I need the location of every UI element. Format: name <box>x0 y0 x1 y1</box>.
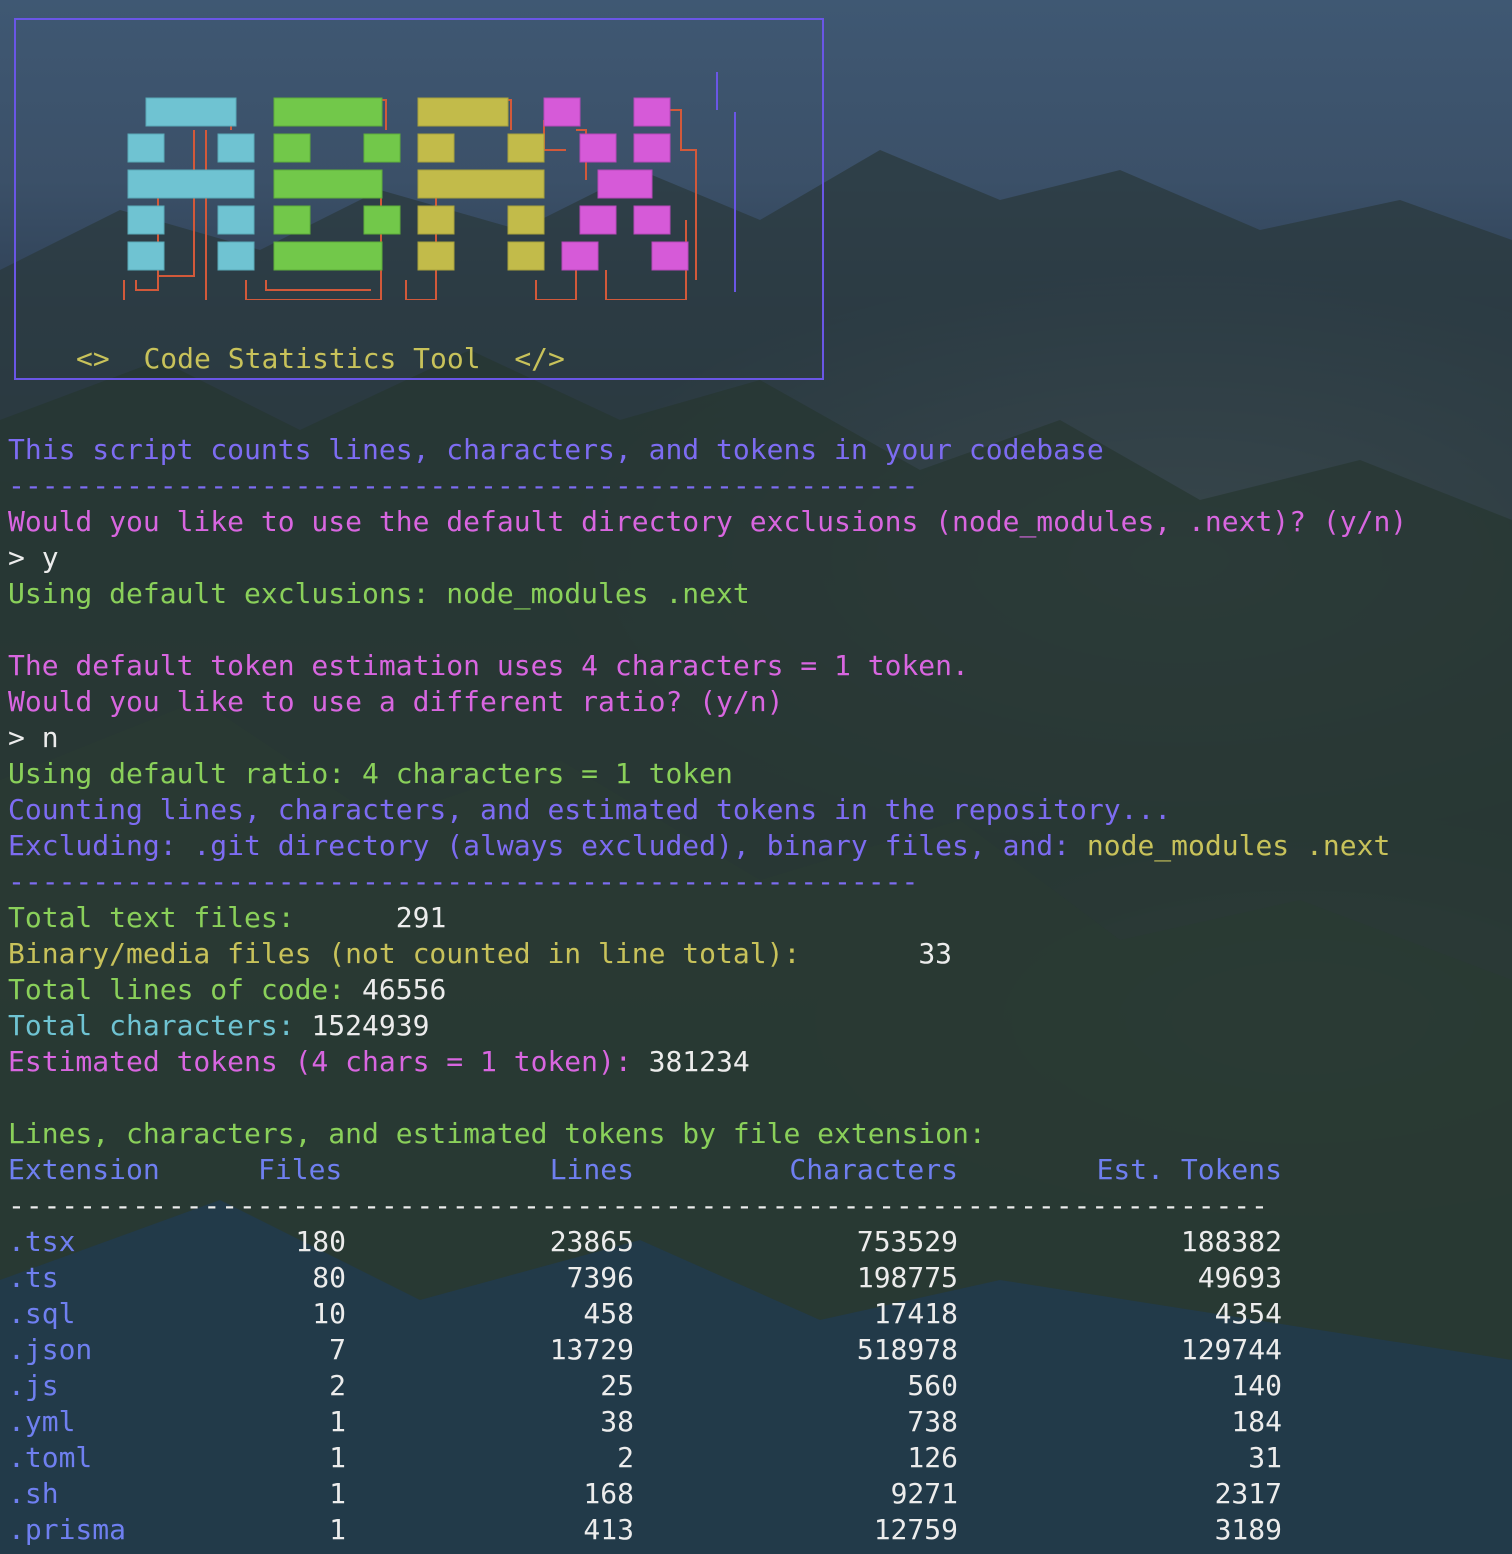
cell-extension: .yml <box>8 1405 76 1438</box>
cell-extension: .json <box>8 1333 93 1366</box>
cell-files: 1 <box>329 1477 346 1510</box>
cell-extension: .ts <box>8 1261 59 1294</box>
cell-est-tokens: 184 <box>1231 1405 1282 1438</box>
cell-est-tokens: 3189 <box>1214 1513 1282 1546</box>
cell-files: 7 <box>329 1333 346 1366</box>
cell-extension: .toml <box>8 1441 93 1474</box>
cell-characters: 12759 <box>873 1513 958 1546</box>
banner-tagline: <> Code Statistics Tool </> <box>76 342 565 375</box>
cell-characters: 753529 <box>856 1225 958 1258</box>
cell-lines: 25 <box>600 1369 634 1402</box>
ratio-confirmation: Using default ratio: 4 characters = 1 to… <box>8 757 733 790</box>
header-est-tokens: Est. Tokens <box>1096 1153 1282 1186</box>
stat-chars-value: 1524939 <box>311 1009 430 1042</box>
stat-text-files: Total text files: 291 <box>8 900 446 936</box>
separator-1: ----------------------------------------… <box>8 469 919 502</box>
header-files: Files <box>258 1153 343 1186</box>
cell-lines: 413 <box>583 1513 634 1546</box>
banner-divider-bottom <box>734 112 736 292</box>
stat-chars-label: Total characters: <box>8 1009 295 1042</box>
ratio-prompt: Would you like to use a different ratio?… <box>8 685 784 718</box>
cell-files: 180 <box>295 1225 346 1258</box>
ratio-answer: > n <box>8 721 59 754</box>
counting-status: Counting lines, characters, and estimate… <box>8 793 1172 826</box>
cell-characters: 518978 <box>856 1333 958 1366</box>
cell-characters: 738 <box>907 1405 958 1438</box>
cell-files: 1 <box>329 1513 346 1546</box>
ascii-banner: <> Code Statistics Tool </> <box>14 18 824 380</box>
cell-files: 10 <box>312 1297 346 1330</box>
exclusions-prompt: Would you like to use the default direct… <box>8 505 1408 538</box>
cell-extension: .tsx <box>8 1225 76 1258</box>
cell-est-tokens: 49693 <box>1197 1261 1282 1294</box>
cell-est-tokens: 140 <box>1231 1369 1282 1402</box>
cell-est-tokens: 129744 <box>1180 1333 1282 1366</box>
cell-extension: .sh <box>8 1477 59 1510</box>
exclusions-confirmation: Using default exclusions: node_modules .… <box>8 577 750 610</box>
header-characters: Characters <box>789 1153 958 1186</box>
cell-lines: 13729 <box>549 1333 634 1366</box>
cell-files: 80 <box>312 1261 346 1294</box>
agnx-logo <box>123 97 697 300</box>
stat-text-files-label: Total text files: <box>8 901 295 934</box>
excluding-prefix: Excluding: .git directory (always exclud… <box>8 829 1087 862</box>
cell-est-tokens: 2317 <box>1214 1477 1282 1510</box>
cell-est-tokens: 188382 <box>1180 1225 1282 1258</box>
stat-binary-files: Binary/media files (not counted in line … <box>8 936 952 972</box>
stat-tokens: Estimated tokens (4 chars = 1 token): 38… <box>8 1044 750 1080</box>
stat-lines: Total lines of code: 46556 <box>8 972 446 1008</box>
cell-characters: 560 <box>907 1369 958 1402</box>
stat-lines-value: 46556 <box>362 973 447 1006</box>
cell-est-tokens: 31 <box>1248 1441 1282 1474</box>
token-info: The default token estimation uses 4 char… <box>8 649 969 682</box>
stat-binary-value: 33 <box>918 937 953 970</box>
cell-lines: 38 <box>600 1405 634 1438</box>
cell-files: 1 <box>329 1441 346 1474</box>
cell-lines: 23865 <box>549 1225 634 1258</box>
cell-lines: 2 <box>617 1441 634 1474</box>
table-title: Lines, characters, and estimated tokens … <box>8 1117 986 1150</box>
excluding-status: Excluding: .git directory (always exclud… <box>8 828 1390 864</box>
cell-files: 1 <box>329 1405 346 1438</box>
cell-lines: 168 <box>583 1477 634 1510</box>
cell-est-tokens: 4354 <box>1214 1297 1282 1330</box>
cell-lines: 7396 <box>566 1261 634 1294</box>
cell-extension: .sql <box>8 1297 76 1330</box>
cell-characters: 17418 <box>873 1297 958 1330</box>
cell-characters: 198775 <box>856 1261 958 1294</box>
stat-tokens-value: 381234 <box>648 1045 750 1078</box>
stat-chars: Total characters: 1524939 <box>8 1008 429 1044</box>
exclusions-answer: > y <box>8 541 59 574</box>
stat-binary-label: Binary/media files (not counted in line … <box>8 937 801 970</box>
header-extension: Extension <box>8 1153 160 1186</box>
cell-extension: .prisma <box>8 1513 127 1546</box>
cell-lines: 458 <box>583 1297 634 1330</box>
banner-divider-top <box>716 72 718 110</box>
cell-characters: 126 <box>907 1441 958 1474</box>
stat-lines-label: Total lines of code: <box>8 973 346 1006</box>
header-lines: Lines <box>549 1153 634 1186</box>
excluding-dirs: node_modules .next <box>1086 829 1391 862</box>
cell-extension: .js <box>8 1369 59 1402</box>
separator-2: ----------------------------------------… <box>8 865 919 898</box>
cell-files: 2 <box>329 1369 346 1402</box>
intro-text: This script counts lines, characters, an… <box>8 433 1104 466</box>
stat-tokens-label: Estimated tokens (4 chars = 1 token): <box>8 1045 632 1078</box>
cell-characters: 9271 <box>890 1477 958 1510</box>
stat-text-files-value: 291 <box>395 901 447 934</box>
